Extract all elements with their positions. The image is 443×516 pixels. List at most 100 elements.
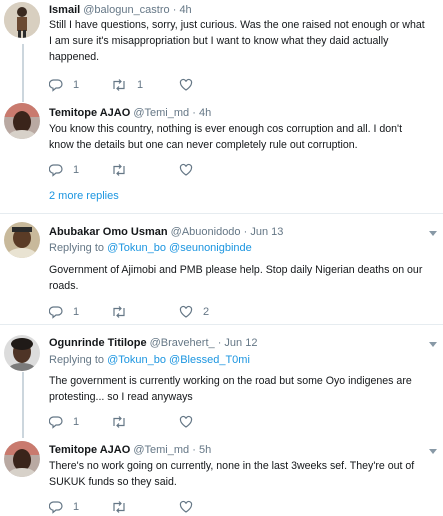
tweet-header: Ogunrinde Titilope @Bravehert_ · Jun 12 <box>49 336 257 350</box>
chevron-down-icon[interactable] <box>429 342 437 347</box>
like-button[interactable] <box>179 414 203 430</box>
retweet-button[interactable] <box>111 304 137 320</box>
tweet-text-line: roads. <box>49 280 79 292</box>
reply-count: 1 <box>73 501 80 513</box>
reply-button[interactable]: 1 <box>49 162 79 178</box>
tweet[interactable]: Temitope AJAO @Temi_md · 5h There's no w… <box>0 441 443 516</box>
tweet-text-line: The government is currently working on t… <box>49 375 412 387</box>
reply-button[interactable]: 1 <box>49 414 79 430</box>
user-name[interactable]: Temitope AJAO <box>49 444 130 456</box>
divider <box>0 213 443 214</box>
tweet[interactable]: Abubakar Omo Usman @Abuonidodo · Jun 13 … <box>0 222 443 322</box>
heart-icon <box>179 78 193 91</box>
retweet-icon <box>113 79 125 91</box>
tweet-actions: 1 <box>49 162 249 178</box>
tweet-text: Government of Ajimobi and PMB please hel… <box>49 262 422 294</box>
avatar-image <box>4 103 40 139</box>
replying-to: Replying to @Tokun_bo @Blessed_T0mi <box>49 353 250 367</box>
avatar-image <box>4 222 40 258</box>
separator: · <box>192 107 196 119</box>
reply-count: 1 <box>73 164 80 176</box>
separator: · <box>172 4 177 16</box>
tweet[interactable]: Ogunrinde Titilope @Bravehert_ · Jun 12 … <box>0 333 443 433</box>
user-handle[interactable]: @Abuonidodo <box>171 226 241 238</box>
replying-to-label: Replying to <box>49 242 105 254</box>
retweet-button[interactable]: 1 <box>111 77 143 93</box>
reply-button[interactable]: 1 <box>49 499 79 515</box>
mention-link[interactable]: @Tokun_bo <box>107 242 166 254</box>
reply-button[interactable]: 1 <box>49 77 79 93</box>
tweet-header: Temitope AJAO @Temi_md · 4h <box>49 106 211 120</box>
tweet-text-line: Still I have questions, sorry, just curi… <box>49 19 425 31</box>
like-button[interactable] <box>179 162 203 178</box>
avatar[interactable] <box>4 441 40 477</box>
user-handle[interactable]: @balogun_castro <box>83 4 169 16</box>
tweet-text-line: know the details but one can never compl… <box>49 139 358 151</box>
tweet-header: Abubakar Omo Usman @Abuonidodo · Jun 13 <box>49 225 283 239</box>
avatar[interactable] <box>4 335 40 371</box>
user-name[interactable]: Abubakar Omo Usman <box>49 226 168 238</box>
avatar-image <box>4 2 40 38</box>
heart-icon <box>179 415 193 428</box>
heart-icon <box>179 163 193 176</box>
tweet-actions: 1 <box>49 499 249 515</box>
user-handle[interactable]: @Temi_md <box>133 107 189 119</box>
like-button[interactable] <box>179 499 203 515</box>
like-button[interactable] <box>179 77 203 93</box>
retweet-button[interactable] <box>111 499 137 515</box>
tweet-text: You know this country, nothing is ever e… <box>49 121 402 153</box>
mention-link[interactable]: @seunonigbinde <box>169 242 252 254</box>
user-name[interactable]: Ogunrinde Titilope <box>49 337 147 349</box>
avatar-image <box>4 441 40 477</box>
tweet-header: Ismail @balogun_castro · 4h <box>49 3 192 17</box>
user-handle[interactable]: @Bravehert_ <box>150 337 215 349</box>
replying-to: Replying to @Tokun_bo @seunonigbinde <box>49 241 252 255</box>
timestamp[interactable]: 5h <box>199 444 211 456</box>
retweet-icon <box>113 416 125 428</box>
heart-icon <box>179 500 193 513</box>
tweet-actions: 1 1 <box>49 77 249 93</box>
like-button[interactable]: 2 <box>179 304 209 320</box>
retweet-count: 1 <box>137 79 144 91</box>
tweet-actions: 1 <box>49 414 249 430</box>
like-count: 2 <box>203 306 210 318</box>
tweet-text-line: I am sure it's misappropriation but I wa… <box>49 35 389 47</box>
tweet-text-line: There's no work going on currently, none… <box>49 460 415 472</box>
chevron-down-icon[interactable] <box>429 449 437 454</box>
retweet-icon <box>113 501 125 513</box>
tweet-text-line: You know this country, nothing is ever e… <box>49 123 403 135</box>
more-replies-link[interactable]: 2 more replies <box>49 190 119 202</box>
reply-icon <box>49 164 63 177</box>
mention-link[interactable]: @Blessed_T0mi <box>169 354 250 366</box>
timestamp[interactable]: Jun 12 <box>224 337 257 349</box>
separator: · <box>243 226 248 238</box>
reply-count: 1 <box>73 306 80 318</box>
user-name[interactable]: Ismail <box>49 4 80 16</box>
tweet-actions: 1 2 <box>49 304 249 320</box>
avatar[interactable] <box>4 2 40 38</box>
tweet[interactable]: Ismail @balogun_castro · 4h Still I have… <box>0 0 443 100</box>
chevron-down-icon[interactable] <box>429 231 437 236</box>
tweet[interactable]: Temitope AJAO @Temi_md · 4h You know thi… <box>0 103 443 216</box>
reply-count: 1 <box>73 416 80 428</box>
avatar[interactable] <box>4 103 40 139</box>
tweet-text-line: SUKUK funds so they said. <box>49 476 177 488</box>
user-handle[interactable]: @Temi_md <box>133 444 189 456</box>
avatar[interactable] <box>4 222 40 258</box>
reply-icon <box>49 416 63 429</box>
separator: · <box>192 444 196 456</box>
timestamp[interactable]: Jun 13 <box>250 226 283 238</box>
timestamp[interactable]: 4h <box>199 107 211 119</box>
tweet-text: There's no work going on currently, none… <box>49 458 414 490</box>
retweet-button[interactable] <box>111 414 137 430</box>
mention-link[interactable]: @Tokun_bo <box>107 354 166 366</box>
tweet-text-line: protesting... so I read anyways <box>49 391 193 403</box>
reply-icon <box>49 501 63 514</box>
reply-button[interactable]: 1 <box>49 304 79 320</box>
retweet-button[interactable] <box>111 162 137 178</box>
replying-to-label: Replying to <box>49 354 105 366</box>
reply-count: 1 <box>73 79 80 91</box>
timestamp[interactable]: 4h <box>179 4 191 16</box>
user-name[interactable]: Temitope AJAO <box>49 107 130 119</box>
tweet-text-line: happened. <box>49 51 100 63</box>
